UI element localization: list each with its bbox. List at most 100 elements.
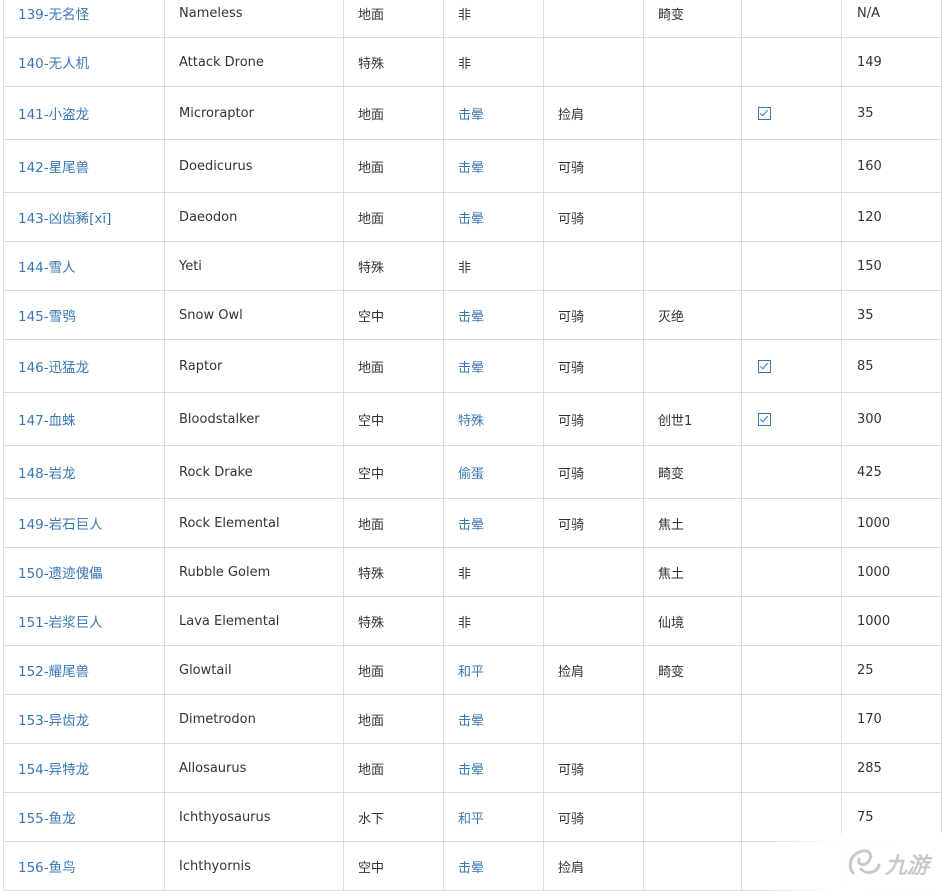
checkbox-cell (741, 445, 842, 499)
habitat-text: 特殊 (358, 615, 385, 631)
stat-value-text: 150 (857, 258, 882, 274)
tame-method[interactable]: 击晕 (443, 743, 544, 793)
creature-id-link[interactable]: 148-岩龙 (3, 445, 165, 499)
tame-method[interactable]: 击晕 (443, 86, 544, 140)
stat-value-text: 25 (857, 662, 874, 678)
stat-value-text: 1000 (857, 613, 891, 629)
tame-method[interactable]: 特殊 (443, 392, 544, 446)
checkbox-icon[interactable] (758, 412, 771, 426)
creature-id-link-text[interactable]: 156-鱼鸟 (18, 860, 76, 876)
tame-method-text[interactable]: 击晕 (458, 108, 484, 123)
usage (543, 241, 644, 291)
creature-id-link-text[interactable]: 155-鱼龙 (18, 811, 76, 827)
stat-value: 285 (841, 743, 942, 793)
creature-id-link-text[interactable]: 145-雪鸮 (18, 309, 76, 325)
habitat-text: 地面 (358, 517, 385, 533)
creature-id-link-text[interactable]: 154-异特龙 (18, 762, 89, 778)
creature-id-link[interactable]: 145-雪鸮 (3, 290, 165, 340)
creature-id-link[interactable]: 139-无名怪 (3, 0, 165, 38)
checkbox-cell[interactable] (741, 392, 842, 446)
habitat: 空中 (343, 392, 444, 446)
tame-method-text[interactable]: 击晕 (458, 310, 484, 325)
creature-id-link-text[interactable]: 150-遗迹傀儡 (18, 566, 103, 582)
stat-value-text: 285 (857, 760, 882, 776)
creature-id-link[interactable]: 141-小盗龙 (3, 86, 165, 140)
creature-id-link[interactable]: 140-无人机 (3, 37, 165, 87)
habitat: 地面 (343, 743, 444, 793)
tame-method[interactable]: 击晕 (443, 498, 544, 548)
usage-text: 可骑 (558, 211, 585, 227)
stat-value-text: 1000 (857, 515, 891, 531)
creature-id-link-text[interactable]: 142-星尾兽 (18, 160, 89, 176)
usage (543, 37, 644, 87)
checkbox-icon[interactable] (758, 106, 771, 120)
tame-method[interactable]: 和平 (443, 645, 544, 695)
checkbox-cell[interactable] (741, 86, 842, 140)
tame-method[interactable]: 击晕 (443, 192, 544, 242)
tame-method-text[interactable]: 和平 (458, 665, 484, 680)
tame-method-text[interactable]: 击晕 (458, 763, 484, 778)
tame-method[interactable]: 击晕 (443, 290, 544, 340)
creature-id-link-text[interactable]: 153-异齿龙 (18, 713, 89, 729)
english-name: Daeodon (164, 192, 344, 242)
creature-id-link[interactable]: 142-星尾兽 (3, 139, 165, 193)
tame-method-text[interactable]: 击晕 (458, 861, 484, 876)
english-name-text: Raptor (179, 358, 223, 374)
checkbox-cell (741, 37, 842, 87)
tame-method-text[interactable]: 和平 (458, 812, 484, 827)
creature-id-link-text[interactable]: 144-雪人 (18, 260, 76, 276)
map-dlc-text: 焦土 (658, 566, 685, 582)
habitat-text: 地面 (358, 107, 385, 123)
english-name-text: Rubble Golem (179, 564, 271, 580)
tame-method-text[interactable]: 击晕 (458, 714, 484, 729)
creature-id-link-text[interactable]: 151-岩浆巨人 (18, 615, 103, 631)
checkbox-cell (741, 596, 842, 646)
habitat-text: 地面 (358, 7, 385, 23)
habitat: 地面 (343, 86, 444, 140)
creature-id-link-text[interactable]: 139-无名怪 (18, 7, 89, 23)
tame-method-text[interactable]: 击晕 (458, 361, 484, 376)
creature-id-link[interactable]: 153-异齿龙 (3, 694, 165, 744)
creature-id-link[interactable]: 143-凶齿豨[xī] (3, 192, 165, 242)
tame-method-text[interactable]: 击晕 (458, 518, 484, 533)
usage-text: 可骑 (558, 517, 585, 533)
tame-method[interactable]: 击晕 (443, 139, 544, 193)
tame-method-text[interactable]: 特殊 (458, 414, 484, 429)
stat-value-text: 85 (857, 358, 874, 374)
creature-id-link[interactable]: 151-岩浆巨人 (3, 596, 165, 646)
stat-value: 300 (841, 392, 942, 446)
usage: 可骑 (543, 498, 644, 548)
creature-id-link[interactable]: 147-血蛛 (3, 392, 165, 446)
tame-method[interactable]: 击晕 (443, 339, 544, 393)
creature-id-link-text[interactable]: 148-岩龙 (18, 466, 76, 482)
tame-method-text: 非 (458, 566, 472, 582)
checkbox-cell[interactable] (741, 339, 842, 393)
usage (543, 547, 644, 597)
creature-id-link-text[interactable]: 147-血蛛 (18, 413, 76, 429)
tame-method-text[interactable]: 击晕 (458, 161, 484, 176)
creature-id-link[interactable]: 156-鱼鸟 (3, 841, 165, 891)
tame-method-text[interactable]: 偷蛋 (458, 467, 484, 482)
creature-id-link[interactable]: 149-岩石巨人 (3, 498, 165, 548)
english-name: Ichthyosaurus (164, 792, 344, 842)
creature-id-link-text[interactable]: 141-小盗龙 (18, 107, 89, 123)
tame-method[interactable]: 击晕 (443, 694, 544, 744)
tame-method[interactable]: 和平 (443, 792, 544, 842)
creature-id-link-text[interactable]: 140-无人机 (18, 56, 89, 72)
english-name: Doedicurus (164, 139, 344, 193)
creature-id-link-text[interactable]: 149-岩石巨人 (18, 517, 103, 533)
creature-id-link[interactable]: 146-迅猛龙 (3, 339, 165, 393)
creature-id-link[interactable]: 155-鱼龙 (3, 792, 165, 842)
creature-id-link[interactable]: 154-异特龙 (3, 743, 165, 793)
creature-id-link-text[interactable]: 143-凶齿豨[xī] (18, 211, 111, 227)
habitat-text: 空中 (358, 309, 385, 325)
checkbox-icon[interactable] (758, 359, 771, 373)
tame-method-text[interactable]: 击晕 (458, 212, 484, 227)
creature-id-link[interactable]: 150-遗迹傀儡 (3, 547, 165, 597)
creature-id-link[interactable]: 144-雪人 (3, 241, 165, 291)
tame-method[interactable]: 击晕 (443, 841, 544, 891)
tame-method[interactable]: 偷蛋 (443, 445, 544, 499)
creature-id-link[interactable]: 152-耀尾兽 (3, 645, 165, 695)
creature-id-link-text[interactable]: 152-耀尾兽 (18, 664, 89, 680)
creature-id-link-text[interactable]: 146-迅猛龙 (18, 360, 89, 376)
